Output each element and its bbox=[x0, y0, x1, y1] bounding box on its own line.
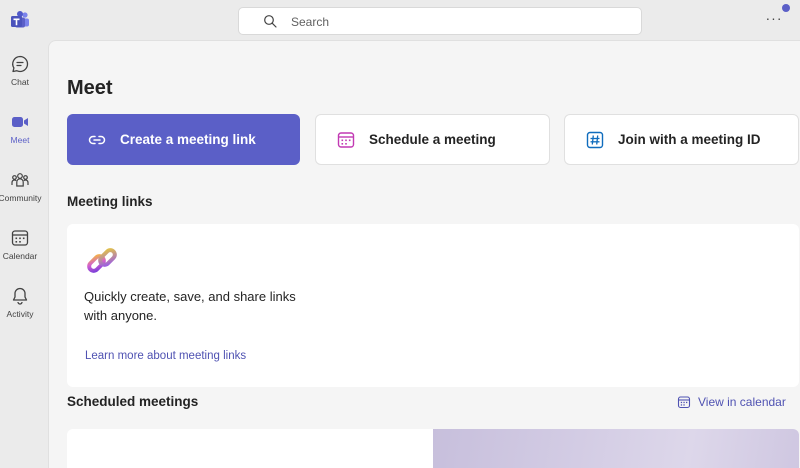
learn-more-link[interactable]: Learn more about meeting links bbox=[85, 350, 246, 362]
main-panel: Meet Create a meeting link Schedule a me… bbox=[48, 40, 800, 468]
more-options-button[interactable]: ··· bbox=[762, 10, 786, 30]
sidebar-item-calendar[interactable]: Calendar bbox=[0, 224, 40, 280]
sidebar-item-label: Chat bbox=[11, 77, 29, 87]
view-in-calendar-label: View in calendar bbox=[698, 395, 786, 409]
sidebar-item-label: Activity bbox=[6, 309, 34, 319]
view-in-calendar-link[interactable]: View in calendar bbox=[677, 393, 786, 411]
meeting-links-description: Quickly create, save, and share links wi… bbox=[84, 289, 296, 323]
meeting-links-heading: Meeting links bbox=[67, 194, 153, 209]
calendar-icon bbox=[677, 396, 691, 409]
search-icon bbox=[263, 14, 278, 29]
sidebar-item-label: Community bbox=[0, 193, 42, 203]
search-placeholder: Search bbox=[291, 15, 330, 29]
bell-icon bbox=[12, 287, 28, 305]
schedule-meeting-label: Schedule a meeting bbox=[369, 132, 496, 147]
join-with-meeting-id-label: Join with a meeting ID bbox=[618, 132, 761, 147]
calendar-add-icon bbox=[337, 131, 355, 148]
scheduled-meetings-illustration bbox=[433, 429, 799, 468]
scheduled-meetings-heading: Scheduled meetings bbox=[67, 394, 199, 409]
create-meeting-link-button[interactable]: Create a meeting link bbox=[67, 114, 300, 165]
community-icon bbox=[11, 173, 29, 187]
sidebar-item-label: Meet bbox=[10, 135, 30, 145]
chat-icon bbox=[12, 55, 29, 73]
top-bar: Search ··· bbox=[0, 0, 800, 40]
sidebar-item-activity[interactable]: Activity bbox=[0, 282, 40, 338]
video-camera-icon bbox=[12, 117, 28, 127]
search-input[interactable]: Search bbox=[238, 7, 642, 35]
sidebar-item-meet[interactable]: Meet bbox=[0, 108, 40, 164]
hashtag-icon bbox=[586, 131, 604, 148]
join-with-meeting-id-button[interactable]: Join with a meeting ID bbox=[564, 114, 799, 165]
create-meeting-link-label: Create a meeting link bbox=[120, 132, 256, 147]
schedule-meeting-button[interactable]: Schedule a meeting bbox=[315, 114, 550, 165]
presence-indicator-icon bbox=[782, 4, 790, 12]
link-icon bbox=[88, 135, 106, 144]
scheduled-meetings-card bbox=[67, 429, 799, 468]
chain-link-icon bbox=[85, 244, 119, 283]
sidebar-item-label: Calendar bbox=[2, 251, 38, 261]
sidebar-item-chat[interactable]: Chat bbox=[0, 50, 40, 106]
page-title: Meet bbox=[67, 77, 113, 99]
sidebar-item-community[interactable]: Community bbox=[0, 166, 42, 222]
teams-logo-icon[interactable] bbox=[9, 9, 31, 31]
meeting-links-card: Quickly create, save, and share links wi… bbox=[67, 224, 799, 387]
calendar-icon bbox=[11, 230, 29, 246]
left-rail: Chat Meet Community Calendar Activity bbox=[0, 40, 48, 468]
